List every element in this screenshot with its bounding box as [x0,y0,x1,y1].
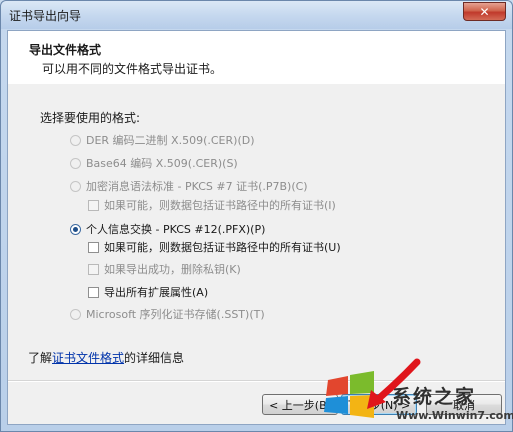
radio-der[interactable]: DER 编码二进制 X.509(.CER)(D) [70,132,255,148]
radio-pkcs7[interactable]: 加密消息语法标准 - PKCS #7 证书(.P7B)(C) [70,178,308,194]
checkbox-icon [88,286,99,298]
checkbox-pkcs7-include-label: 如果可能，则数据包括证书路径中的所有证书(I) [104,199,336,212]
checkbox-export-ext[interactable]: 导出所有扩展属性(A) [88,284,208,300]
watermark-brand: 系统之家 [392,386,477,408]
checkbox-delete-key[interactable]: 如果导出成功，删除私钥(K) [88,261,241,277]
radio-pfx[interactable]: 个人信息交换 - PKCS #12(.PFX)(P) [70,221,265,237]
checkbox-pfx-include-label: 如果可能，则数据包括证书路径中的所有证书(U) [104,241,341,254]
checkbox-pkcs7-include[interactable]: 如果可能，则数据包括证书路径中的所有证书(I) [88,197,336,213]
radio-icon [70,180,81,192]
radio-sst[interactable]: Microsoft 序列化证书存储(.SST)(T) [70,306,265,322]
cert-format-link[interactable]: 证书文件格式 [52,351,124,365]
watermark-url: Www.Winwin7.com [396,409,513,422]
radio-icon [70,157,81,169]
learn-more-prefix: 了解 [28,351,53,365]
checkbox-icon [88,199,99,211]
radio-sst-label: Microsoft 序列化证书存储(.SST)(T) [86,308,265,321]
windows-logo-icon [324,371,374,418]
close-button[interactable]: ✕ [463,2,506,21]
radio-pfx-label: 个人信息交换 - PKCS #12(.PFX)(P) [86,223,266,236]
learn-more-suffix: 的详细信息 [124,351,185,365]
radio-icon [70,134,81,146]
radio-selected-icon [70,223,81,235]
radio-base64[interactable]: Base64 编码 X.509(.CER)(S) [70,155,238,171]
header-divider [8,83,505,84]
radio-icon [70,308,81,320]
checkbox-export-ext-label: 导出所有扩展属性(A) [104,286,209,299]
close-icon: ✕ [479,4,490,19]
checkbox-pfx-include[interactable]: 如果可能，则数据包括证书路径中的所有证书(U) [88,239,341,255]
title-bar[interactable]: 证书导出向导 ✕ [1,1,512,29]
learn-more: 了解证书文件格式的详细信息 [28,349,184,366]
format-prompt: 选择要使用的格式: [40,111,141,125]
page-subtitle: 可以用不同的文件格式导出证书。 [42,62,223,76]
radio-der-label: DER 编码二进制 X.509(.CER)(D) [86,134,255,147]
radio-base64-label: Base64 编码 X.509(.CER)(S) [86,157,238,170]
checkbox-icon [88,263,99,275]
checkbox-delete-key-label: 如果导出成功，删除私钥(K) [104,263,241,276]
wizard-header: 导出文件格式 可以用不同的文件格式导出证书。 [8,31,505,84]
page-title: 导出文件格式 [29,43,102,57]
checkbox-icon [88,241,99,253]
window-title: 证书导出向导 [9,9,82,23]
radio-pkcs7-label: 加密消息语法标准 - PKCS #7 证书(.P7B)(C) [86,180,308,193]
